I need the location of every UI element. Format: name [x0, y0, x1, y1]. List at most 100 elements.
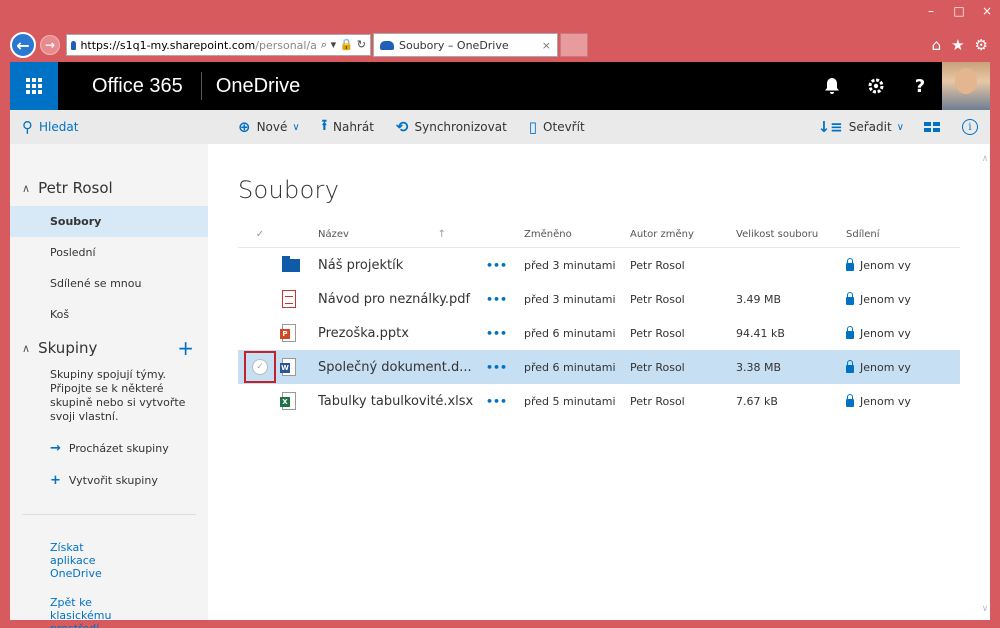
create-group-link[interactable]: + Vytvořit skupiny [10, 464, 208, 496]
onedrive-cloud-icon [71, 40, 77, 50]
tools-gear-icon[interactable]: ⚙ [975, 36, 988, 54]
name-column-header[interactable]: Název ↑ [318, 229, 486, 240]
sort-button[interactable]: ↓≡ Seřadit ∨ [818, 118, 904, 136]
maximize-icon[interactable]: □ [952, 4, 966, 18]
browser-tab[interactable]: Soubory – OneDrive × [373, 33, 558, 57]
close-icon[interactable]: × [980, 4, 994, 18]
info-icon[interactable]: i [962, 119, 978, 135]
vertical-scrollbar[interactable]: ∧ ∨ [980, 154, 990, 614]
more-actions-icon[interactable]: ••• [486, 259, 524, 272]
table-row[interactable]: Návod pro neználky.pdf ••• před 3 minuta… [238, 282, 960, 316]
open-button[interactable]: ▯ Otevřít [529, 118, 585, 136]
url-host: https://s1q1-my.sharepoint.com [80, 38, 256, 52]
sharing-cell[interactable]: Jenom vy [836, 359, 956, 374]
sidebar-item-shared[interactable]: Sdílené se mnou [10, 268, 208, 299]
back-button[interactable]: ← [10, 32, 36, 58]
more-actions-icon[interactable]: ••• [486, 361, 524, 374]
groups-section-header[interactable]: ∧ Skupiny + [10, 332, 208, 364]
user-section-header[interactable]: ∧ Petr Rosol [10, 170, 208, 206]
sharing-cell[interactable]: Jenom vy [836, 257, 956, 272]
command-bar: ⚲ Hledat ⊕ Nové ∨ ⭱ Nahrát ⟲ Synchronizo… [10, 110, 990, 144]
file-name[interactable]: Prezoška.pptx [318, 326, 486, 341]
plus-icon: + [50, 472, 61, 488]
sharing-column-header[interactable]: Sdílení [836, 229, 956, 240]
lock-icon [846, 291, 854, 305]
add-group-icon[interactable]: + [177, 336, 194, 360]
author-cell: Petr Rosol [630, 292, 685, 306]
sync-label: Synchronizovat [414, 120, 507, 134]
tab-close-icon[interactable]: × [542, 39, 551, 52]
gear-icon[interactable] [854, 62, 898, 110]
sort-icon: ↓≡ [817, 118, 843, 136]
file-name[interactable]: Tabulky tabulkovité.xlsx [318, 394, 486, 409]
forward-button[interactable]: → [40, 35, 60, 55]
file-name[interactable]: Návod pro neználky.pdf [318, 292, 486, 307]
sidebar-item-recent[interactable]: Poslední [10, 237, 208, 268]
minimize-icon[interactable]: – [924, 4, 938, 18]
scroll-down-icon[interactable]: ∨ [980, 604, 990, 614]
groups-section-title: Skupiny [38, 339, 98, 357]
upload-button[interactable]: ⭱ Nahrát [322, 115, 374, 140]
app-launcher-button[interactable] [10, 62, 58, 110]
document-icon: ▯ [528, 118, 538, 136]
author-column-header[interactable]: Autor změny [630, 229, 736, 240]
table-row[interactable]: P Prezoška.pptx ••• před 6 minutami Petr… [238, 316, 960, 350]
favorites-star-icon[interactable]: ★ [951, 36, 964, 54]
bell-icon[interactable] [810, 62, 854, 110]
view-toggle-icon[interactable] [924, 122, 940, 132]
file-list-header: ✓ Název ↑ Změněno Autor změny Velikost s… [238, 222, 960, 248]
sharing-cell[interactable]: Jenom vy [836, 393, 956, 408]
modified-column-header[interactable]: Změněno [524, 229, 630, 240]
help-button[interactable]: ? [898, 62, 942, 110]
word-file-icon: W [280, 358, 296, 376]
browse-groups-link[interactable]: → Procházet skupiny [10, 432, 208, 464]
row-checkbox[interactable]: ✓ [238, 350, 282, 384]
modified-cell: před 6 minutami [524, 360, 616, 374]
command-right: ↓≡ Seřadit ∨ i [818, 118, 990, 136]
sharing-label: Jenom vy [860, 394, 911, 408]
row-checkbox[interactable] [238, 316, 282, 350]
sharing-label: Jenom vy [860, 258, 911, 272]
app-name[interactable]: OneDrive [202, 75, 300, 98]
upload-label: Nahrát [332, 120, 374, 134]
more-actions-icon[interactable]: ••• [486, 327, 524, 340]
size-column-header[interactable]: Velikost souboru [736, 229, 836, 240]
new-button[interactable]: ⊕ Nové ∨ [238, 118, 300, 136]
browser-right-tools: ⌂ ★ ⚙ [932, 36, 990, 54]
check-icon: ✓ [255, 229, 265, 240]
address-bar[interactable]: https://s1q1-my.sharepoint.com /personal… [66, 34, 371, 56]
classic-onedrive-link[interactable]: Zpět ke klasickému prostředí OneDrivu [10, 596, 150, 628]
address-actions-icon[interactable]: ⌕ ▾ 🔒 ↻ [317, 38, 366, 52]
sync-button[interactable]: ⟲ Synchronizovat [396, 118, 507, 136]
sharing-cell[interactable]: Jenom vy [836, 291, 956, 306]
row-checkbox[interactable] [238, 384, 282, 418]
modified-cell: před 3 minutami [524, 292, 616, 306]
suite-right: ? [810, 62, 990, 110]
more-actions-icon[interactable]: ••• [486, 293, 524, 306]
check-icon[interactable]: ✓ [252, 359, 268, 375]
search-box[interactable]: ⚲ Hledat [10, 110, 208, 144]
get-apps-link[interactable]: Získat aplikace OneDrive [10, 541, 130, 580]
excel-file-icon: X [280, 392, 296, 410]
size-cell: 3.38 MB [736, 360, 782, 374]
office365-brand[interactable]: Office 365 [58, 72, 202, 100]
new-tab-button[interactable] [560, 33, 588, 57]
sharing-cell[interactable]: Jenom vy [836, 325, 956, 340]
home-icon[interactable]: ⌂ [932, 36, 942, 54]
row-checkbox[interactable] [238, 248, 282, 282]
file-name[interactable]: Společný dokument.d... [318, 360, 486, 375]
sidebar-item-recycle-bin[interactable]: Koš [10, 299, 208, 330]
scroll-up-icon[interactable]: ∧ [980, 154, 990, 164]
avatar[interactable] [942, 62, 990, 110]
table-row[interactable]: Náš projektík ••• před 3 minutami Petr R… [238, 248, 960, 282]
row-checkbox[interactable] [238, 282, 282, 316]
table-row[interactable]: ✓ W Společný dokument.d... ••• před 6 mi… [238, 350, 960, 384]
table-row[interactable]: X Tabulky tabulkovité.xlsx ••• před 5 mi… [238, 384, 960, 418]
more-actions-icon[interactable]: ••• [486, 395, 524, 408]
folder-icon [282, 255, 300, 272]
sidebar-item-files[interactable]: Soubory [10, 206, 208, 237]
file-name[interactable]: Náš projektík [318, 258, 486, 273]
select-all-checkbox[interactable]: ✓ [238, 222, 282, 248]
author-cell: Petr Rosol [630, 258, 685, 272]
sharing-label: Jenom vy [860, 326, 911, 340]
